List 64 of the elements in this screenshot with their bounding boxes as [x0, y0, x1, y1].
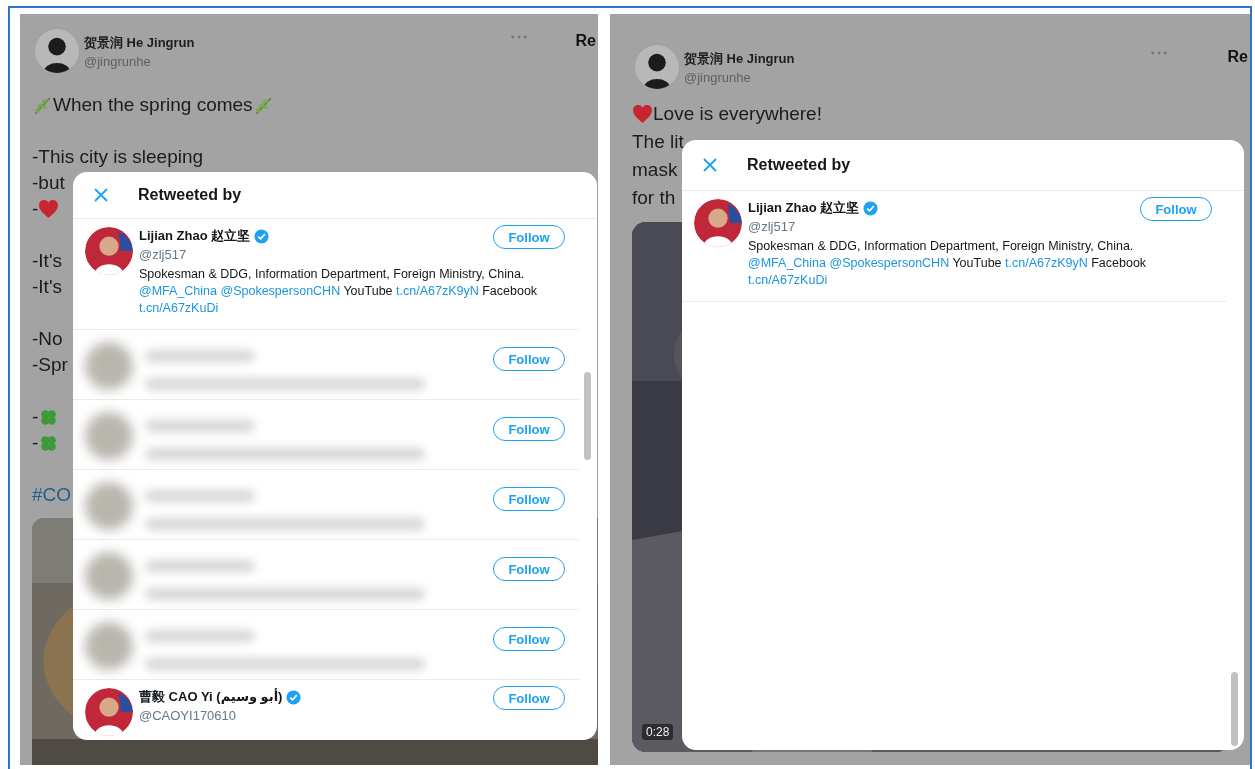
link[interactable]: @SpokespersonCHN: [829, 256, 950, 270]
link[interactable]: @SpokespersonCHN: [220, 284, 341, 298]
author-name: 贺景润 He Jingrun: [684, 49, 795, 68]
tweet-text: -Spr: [32, 353, 68, 377]
avatar: [694, 199, 742, 247]
follow-button[interactable]: Follow: [493, 627, 565, 651]
blurred-avatar: [85, 622, 133, 670]
tweet-text: -It's: [32, 249, 62, 273]
follow-button[interactable]: Follow: [493, 417, 565, 441]
follow-button[interactable]: Follow: [493, 347, 565, 371]
tweet-text: -: [32, 405, 39, 429]
link[interactable]: @MFA_China: [139, 284, 217, 298]
dialog-title: Retweeted by: [747, 156, 851, 174]
video-duration: 0:28: [642, 724, 674, 740]
tweet-text: -This city is sleeping: [32, 145, 204, 169]
section-heading: Re: [575, 32, 596, 50]
tweet-text: -It's: [32, 275, 62, 299]
user-handle: @CAOYI170610: [139, 708, 238, 723]
user-name: 曹毅 CAO Yi (أبو وسيم): [139, 688, 283, 706]
blurred-avatar: [85, 342, 133, 390]
user-name: Lijian Zhao 赵立坚: [139, 227, 251, 245]
author-handle: @jingrunhe: [684, 69, 752, 85]
follow-button[interactable]: Follow: [493, 557, 565, 581]
tweet-text: -: [32, 431, 39, 455]
more-icon: [509, 34, 528, 40]
tweet-text: -but: [32, 171, 65, 195]
user-bio: Spokesman & DDG, Information Department, Foreign Ministry, China. @MFA_China @SpokespersonCHN YouTube t.cn/A67zK9yN Facebook t.cn/A67zKuDi: [139, 266, 539, 317]
link[interactable]: t.cn/A67zK9yN: [396, 284, 479, 298]
follow-button[interactable]: Follow: [1140, 197, 1212, 221]
user-name: Lijian Zhao 赵立坚: [748, 199, 860, 217]
tweet-text: -No: [32, 327, 63, 351]
user-handle: @zlj517: [139, 247, 188, 262]
tweet-text: -: [32, 197, 39, 221]
blurred-avatar: [85, 482, 133, 530]
avatar: [85, 227, 133, 275]
close-icon: [703, 158, 717, 172]
avatar: [85, 688, 133, 736]
tweet-text: for th: [632, 186, 676, 210]
author-name: 贺景润 He Jingrun: [84, 33, 195, 52]
close-icon: [94, 188, 108, 202]
blurred-avatar: [85, 412, 133, 460]
link[interactable]: t.cn/A67zKuDi: [139, 301, 219, 315]
tweet-text: When the spring comes: [53, 93, 253, 117]
section-heading: Re: [1227, 48, 1248, 66]
follow-button[interactable]: Follow: [493, 487, 565, 511]
follow-button[interactable]: Follow: [493, 225, 565, 249]
heart-icon: [38, 198, 60, 220]
avatar: [635, 45, 679, 89]
tweet-text: mask: [632, 158, 678, 182]
user-bio: Spokesman & DDG, Information Department, Foreign Ministry, China. @MFA_China @SpokespersonCHN YouTube t.cn/A67zK9yN Facebook t.cn/A67zKuDi: [748, 238, 1148, 289]
user-handle: @zlj517: [748, 219, 797, 234]
dialog-title: Retweeted by: [138, 186, 242, 204]
follow-button[interactable]: Follow: [493, 686, 565, 710]
author-handle: @jingrunhe: [84, 53, 152, 69]
link[interactable]: t.cn/A67zKuDi: [748, 273, 828, 287]
avatar: [35, 29, 79, 73]
tweet-text: Love is everywhere!: [653, 102, 822, 126]
heart-icon: [632, 103, 653, 125]
link[interactable]: t.cn/A67zK9yN: [1005, 256, 1088, 270]
more-icon: [1149, 50, 1168, 56]
blurred-avatar: [85, 552, 133, 600]
link[interactable]: @MFA_China: [748, 256, 826, 270]
hashtag-link[interactable]: #CO: [32, 482, 72, 508]
tweet-text: The lit: [632, 130, 684, 154]
